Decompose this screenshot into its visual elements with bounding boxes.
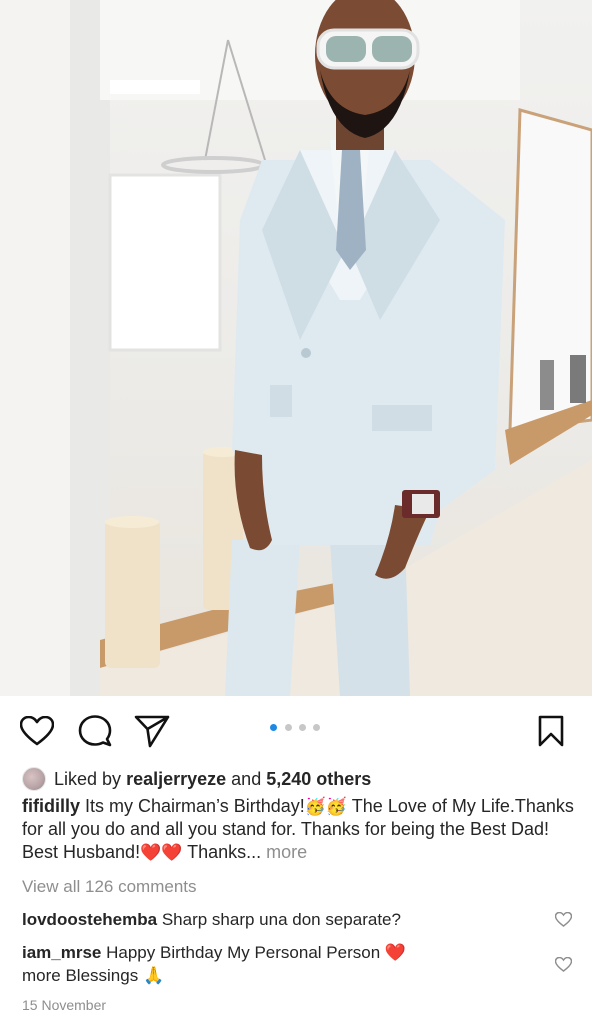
caption-more-link[interactable]: more bbox=[266, 842, 307, 862]
carousel-dot bbox=[285, 724, 292, 731]
likes-prefix: Liked by bbox=[54, 769, 122, 789]
comment-like-heart-icon[interactable] bbox=[555, 957, 572, 972]
comment-like-heart-icon[interactable] bbox=[555, 912, 572, 927]
comment-username[interactable]: lovdoostehemba bbox=[22, 910, 157, 929]
caption-text-3: Thanks... bbox=[187, 842, 262, 862]
red-heart-emoji: ❤️❤️ bbox=[140, 843, 183, 862]
caption-username[interactable]: fifidilly bbox=[22, 796, 80, 816]
heart-outline-icon[interactable] bbox=[20, 716, 54, 746]
comment-username[interactable]: iam_mrse bbox=[22, 943, 101, 962]
comment-text: Happy Birthday My Personal Person bbox=[106, 943, 381, 962]
caption-text-1: Its my Chairman’s Birthday! bbox=[85, 796, 305, 816]
likes-count[interactable]: 5,240 others bbox=[266, 769, 371, 789]
paper-plane-icon[interactable] bbox=[134, 714, 170, 748]
post-photo-illustration bbox=[0, 0, 592, 696]
comment-item: iam_mrse Happy Birthday My Personal Pers… bbox=[22, 941, 542, 987]
carousel-dot bbox=[313, 724, 320, 731]
post-photo[interactable] bbox=[0, 0, 592, 696]
post-action-bar bbox=[0, 696, 592, 762]
view-all-comments-link[interactable]: View all 126 comments bbox=[22, 876, 197, 898]
post-caption: fifidilly Its my Chairman’s Birthday!🥳🥳 … bbox=[22, 795, 582, 864]
comment-text: Sharp sharp una don separate? bbox=[161, 910, 401, 929]
folded-hands-emoji: 🙏 bbox=[142, 966, 165, 985]
bookmark-icon[interactable] bbox=[537, 715, 565, 747]
comment-item: lovdoostehemba Sharp sharp una don separ… bbox=[22, 908, 542, 931]
comment-text-2: more Blessings bbox=[22, 966, 139, 985]
carousel-dot bbox=[299, 724, 306, 731]
liker-avatar[interactable] bbox=[22, 767, 46, 791]
post-date: 15 November bbox=[22, 997, 107, 1013]
comment-bubble-icon[interactable] bbox=[78, 715, 112, 747]
red-heart-emoji: ❤️ bbox=[384, 943, 407, 962]
party-face-emoji: 🥳🥳 bbox=[304, 797, 348, 816]
likes-joiner: and bbox=[231, 769, 262, 789]
carousel-dot-active bbox=[270, 724, 277, 731]
liker-username[interactable]: realjerryeze bbox=[126, 769, 226, 789]
